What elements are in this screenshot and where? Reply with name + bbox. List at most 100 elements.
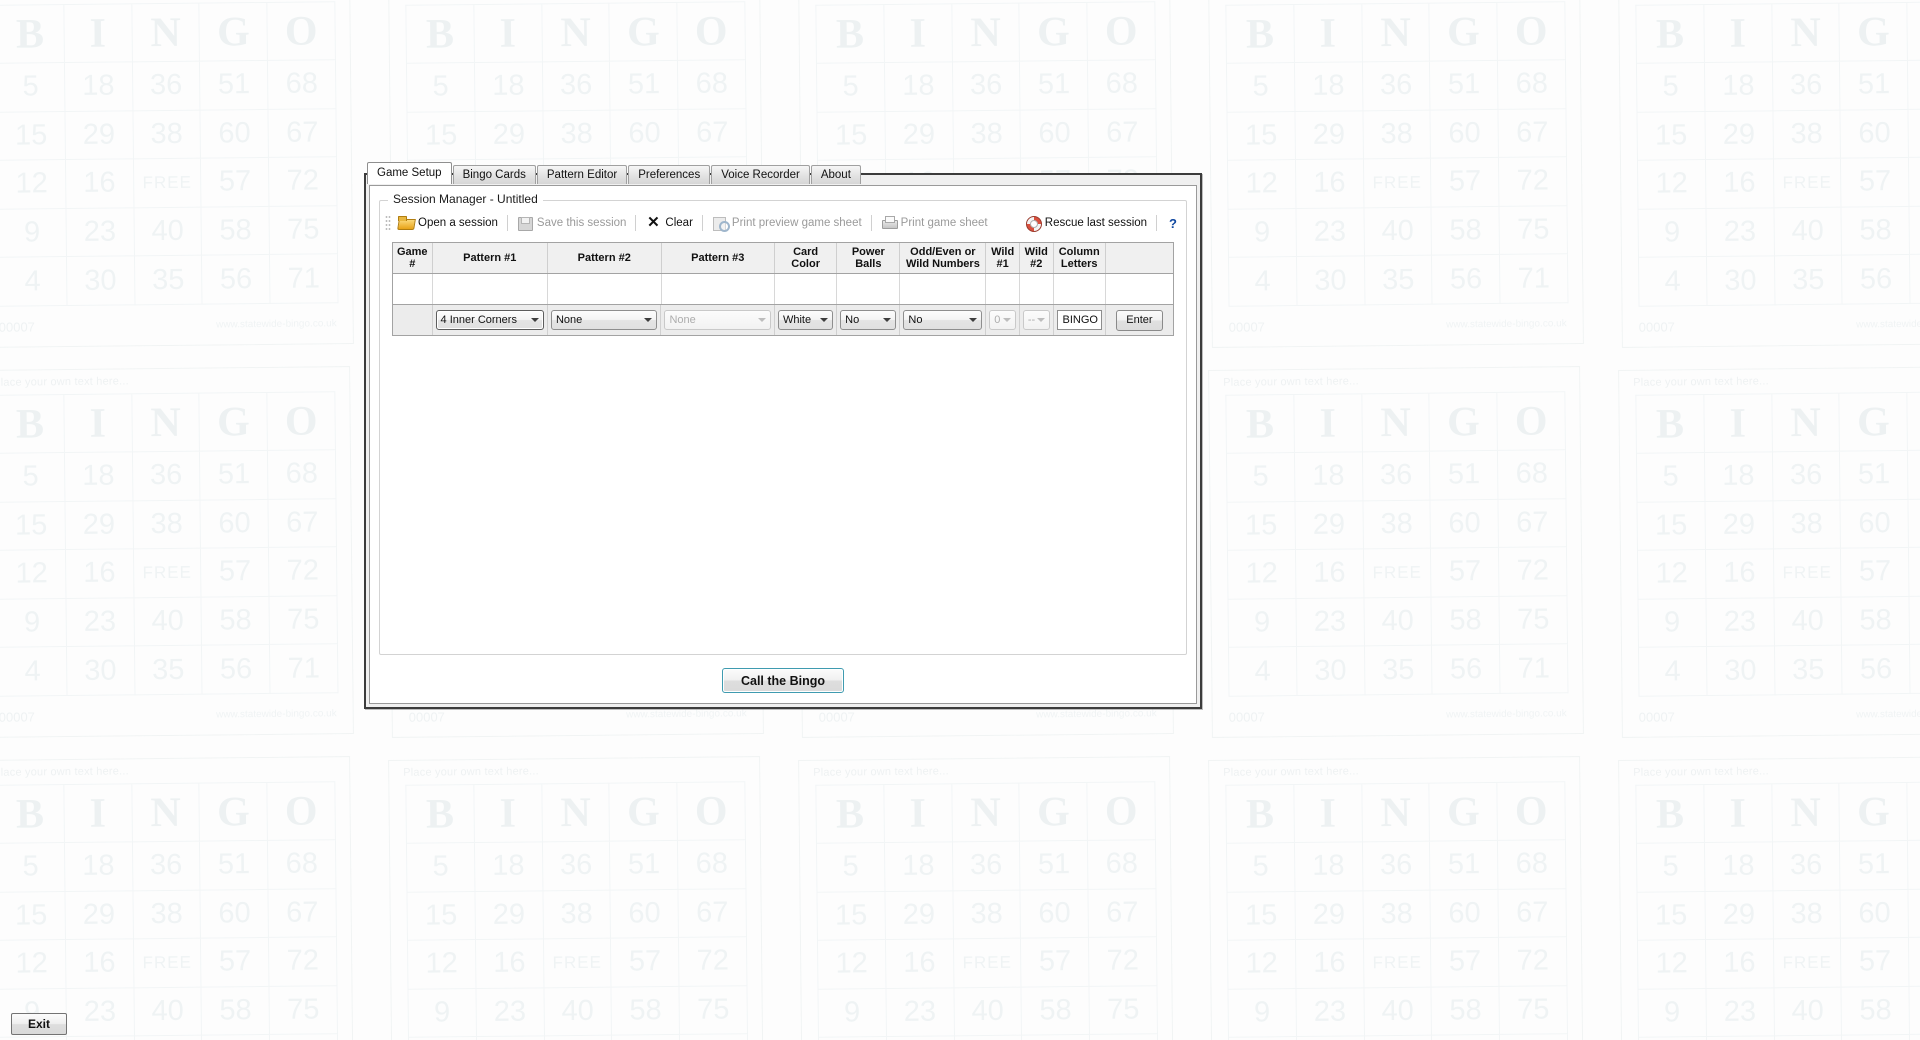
bg-card-number: 68 [268,840,337,890]
tab-bingo-cards[interactable]: Bingo Cards [452,165,536,184]
column-header-card-color[interactable]: Card Color [775,243,838,273]
bg-card-header-letter: O [1087,782,1156,841]
bg-card-number: 40 [954,987,1023,1037]
bg-card-serial: 00007 [1638,319,1675,335]
bg-card-number: 68 [1498,840,1567,890]
column-header-pattern-1[interactable]: Pattern #1 [433,243,549,273]
clear-button[interactable]: ✕ Clear [640,213,697,233]
bg-card-number: 15 [817,891,886,941]
bg-card-number: 4 [1228,647,1298,697]
column-header-column-letters[interactable]: Column Letters [1054,243,1106,273]
bg-card-header-letter: G [199,2,269,62]
column-header-odd-even-wild[interactable]: Odd/Even or Wild Numbers [900,243,987,273]
bg-card-url: www.statewide-bingo.co.uk [626,708,747,721]
bg-card-header-letter: G [1429,392,1499,452]
save-session-button[interactable]: Save this session [512,213,632,233]
bg-card-number: FREE [1363,548,1432,599]
bg-card-number: 71 [270,644,339,694]
column-header-wild-2[interactable]: Wild #2 [1020,243,1054,273]
bg-card-number: 40 [134,207,203,257]
tab-voice-recorder[interactable]: Voice Recorder [711,165,810,184]
bg-card-number: 51 [1430,450,1499,501]
wild-2-dropdown[interactable]: -- [1022,310,1050,330]
bg-card-number: 12 [1637,940,1707,990]
tab-pattern-editor[interactable]: Pattern Editor [536,165,628,184]
bg-card-number: 4 [1638,257,1708,307]
tab-preferences[interactable]: Preferences [628,165,711,184]
bg-card-number: 35 [544,1036,613,1040]
call-the-bingo-button[interactable]: Call the Bingo [722,668,844,693]
grid-empty-row[interactable] [393,274,1173,305]
bg-card-number: 56 [202,1035,271,1040]
exit-button[interactable]: Exit [11,1013,67,1035]
cell-wild-1[interactable] [986,274,1020,304]
pattern-1-dropdown[interactable]: 4 Inner Corners [435,310,544,330]
bg-card-number: 5 [816,843,886,893]
bg-card-number: 58 [201,986,271,1037]
cell-pattern-1[interactable] [432,274,549,304]
column-header-pattern-2[interactable]: Pattern #2 [548,243,662,273]
cell-pattern-2[interactable] [548,274,662,304]
toolbar-separator [1156,215,1158,231]
bg-card-header-letter: O [1907,392,1920,451]
open-session-button[interactable]: Open a session [393,213,503,233]
bg-card-header-letter: O [677,782,746,841]
pattern-2-dropdown[interactable]: None [550,310,658,330]
bg-card-header-letter: I [1294,4,1363,64]
cell-pattern-3[interactable] [661,274,776,304]
cell-card-color[interactable] [775,274,838,304]
cell-power-balls[interactable] [837,274,901,304]
cell-game-number[interactable] [393,274,433,304]
bg-card-number: 12 [1227,160,1297,210]
column-header-wild-1[interactable]: Wild #1 [986,243,1020,273]
power-balls-dropdown[interactable]: No [840,310,897,330]
bg-card-header-letter: B [406,5,475,64]
print-preview-button[interactable]: Print preview game sheet [707,213,867,233]
bg-card-number: 15 [0,891,66,941]
help-button[interactable]: ? [1161,216,1185,231]
tab-about[interactable]: About [810,165,861,184]
bg-card-number: 75 [1909,206,1920,256]
column-header-pattern-3[interactable]: Pattern #3 [662,243,776,273]
bg-card-number: 15 [1227,501,1296,551]
bg-card-number: 38 [953,890,1022,940]
column-header-game-number[interactable]: Game # [393,243,433,273]
bg-card-serial: 00007 [0,709,35,725]
bg-card-number: 68 [1088,840,1157,890]
background-bingo-card: Place your own text here...BINGO51836516… [1618,0,1920,348]
bg-card-number: 68 [1908,450,1920,500]
rescue-last-session-button[interactable]: Rescue last session [1020,213,1152,233]
column-letters-input[interactable]: BINGO [1056,310,1102,330]
bg-card-number: 38 [1773,500,1842,550]
tab-game-setup[interactable]: Game Setup [367,162,452,184]
bg-card-number: 58 [1431,206,1501,257]
bg-card-number: 16 [1705,939,1775,989]
bg-card-number: 16 [1295,549,1365,599]
wild-1-dropdown[interactable]: 0 [989,310,1016,330]
cell-odd-even[interactable] [900,274,987,304]
bg-card-number: FREE [1363,938,1432,989]
bg-card-grid: BINGO 518365168 1529386067 1216FREE5772 9234… [1635,781,1920,1040]
odd-even-dropdown[interactable]: No [903,310,983,330]
bg-card-number: 40 [1774,207,1843,257]
print-game-sheet-button[interactable]: Print game sheet [876,213,993,233]
bg-card-number: 5 [0,843,66,893]
bg-card-number: 4 [0,647,68,697]
bg-card-number: 4 [0,257,68,307]
bg-card-number: 67 [1498,108,1567,159]
cell-column-letters[interactable] [1053,274,1106,304]
bg-card-number: 16 [885,939,955,989]
card-color-dropdown[interactable]: White [777,310,834,330]
enter-button[interactable]: Enter [1115,309,1163,331]
bg-card-number: 51 [200,840,269,891]
column-header-power-balls[interactable]: Power Balls [837,243,901,273]
pattern-3-dropdown[interactable]: None [664,310,771,330]
bg-card-number: 18 [884,62,954,112]
toolbar-grip[interactable] [385,215,391,231]
print-game-sheet-label: Print game sheet [900,217,988,229]
cell-wild-2[interactable] [1019,274,1054,304]
bg-card-number: 5 [1226,453,1296,503]
print-preview-label: Print preview game sheet [731,217,862,229]
bg-card-number: 29 [65,890,134,941]
bg-card-number: 15 [0,111,66,161]
